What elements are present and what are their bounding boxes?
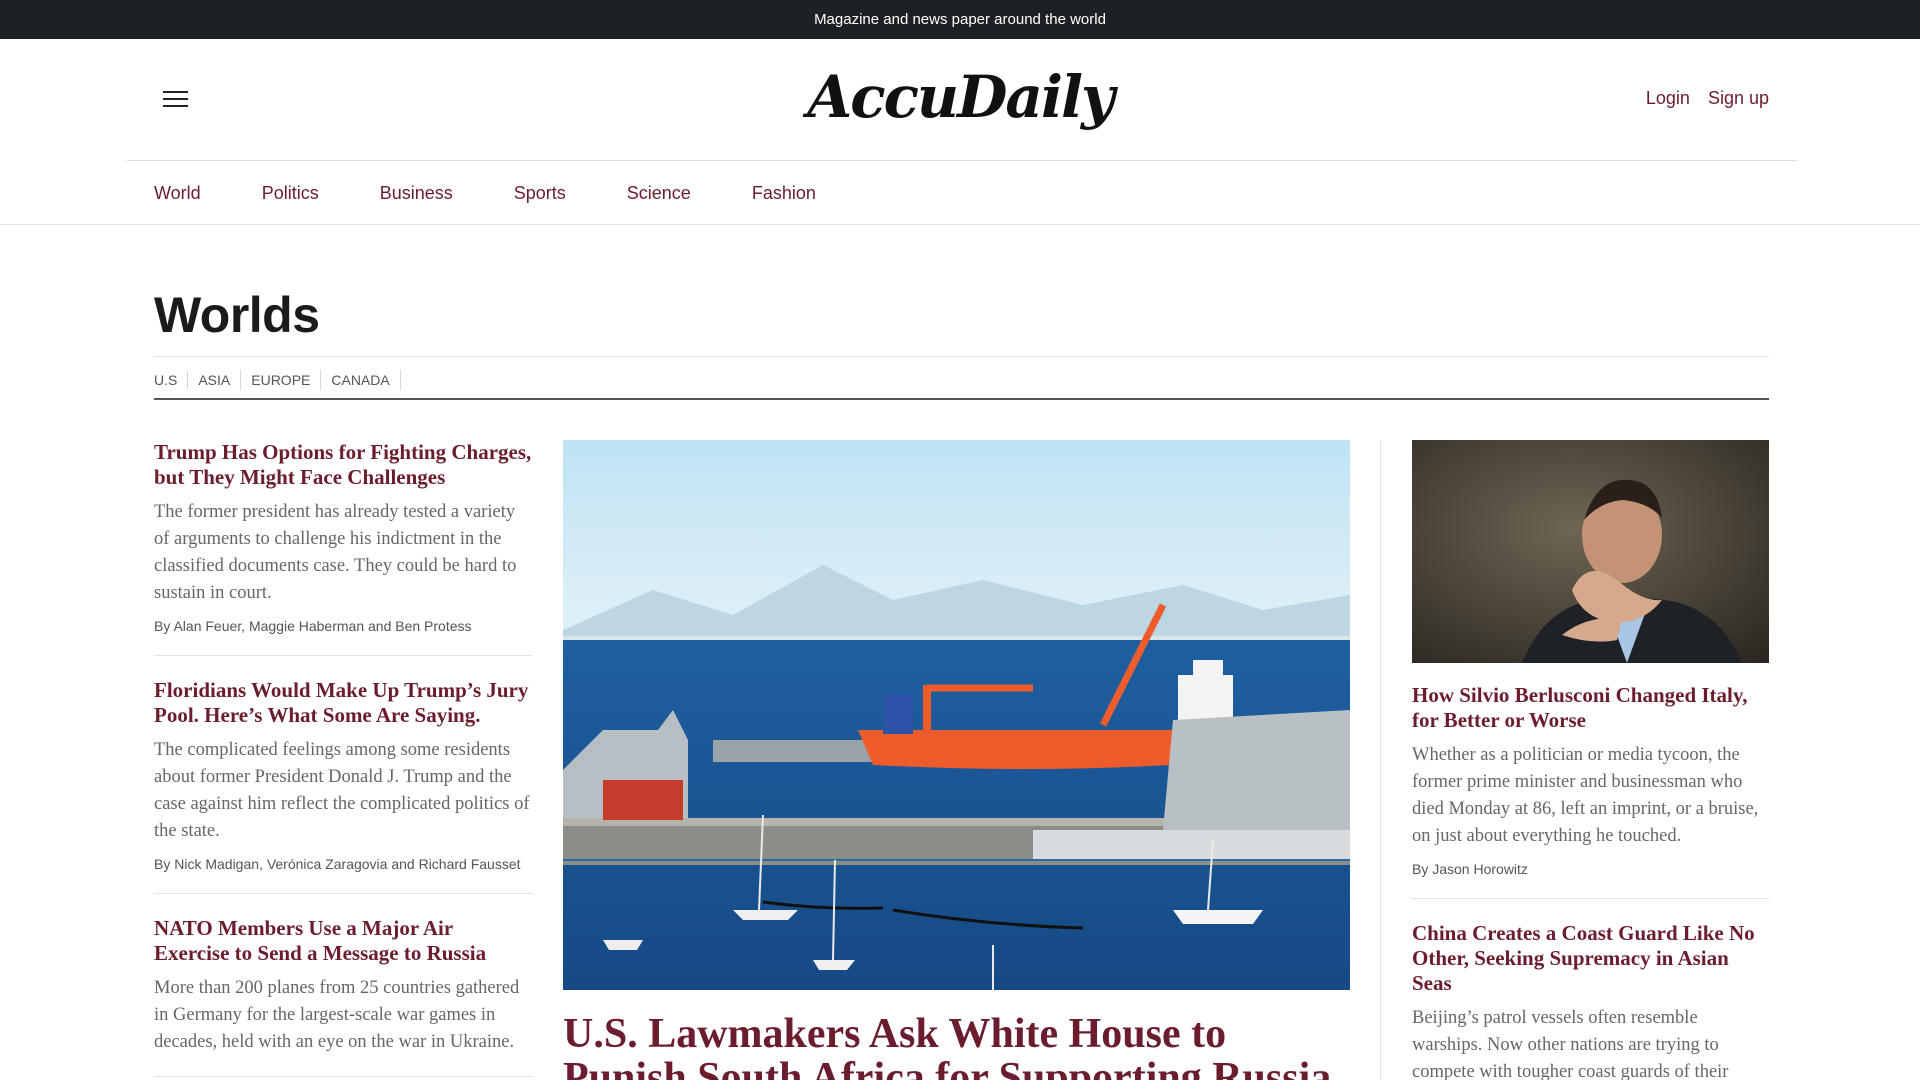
nav-politics[interactable]: Politics xyxy=(262,183,319,203)
article-card: How Silvio Berlusconi Changed Italy, for… xyxy=(1412,683,1769,899)
nav-fashion[interactable]: Fashion xyxy=(752,183,816,203)
site-header: AccuDaily Login Sign up xyxy=(0,39,1920,161)
nav-world[interactable]: World xyxy=(154,183,201,203)
article-card: NATO Members Use a Major Air Exercise to… xyxy=(154,916,532,1077)
article-headline[interactable]: NATO Members Use a Major Air Exercise to… xyxy=(154,916,532,966)
article-byline: By Jason Horowitz xyxy=(1412,861,1528,877)
login-link[interactable]: Login xyxy=(1646,88,1690,109)
portrait-illustration xyxy=(1412,440,1769,663)
article-headline[interactable]: How Silvio Berlusconi Changed Italy, for… xyxy=(1412,683,1769,733)
column-divider xyxy=(1380,440,1381,1080)
article-headline[interactable]: Floridians Would Make Up Trump’s Jury Po… xyxy=(154,678,532,728)
article-summary: The former president has already tested … xyxy=(154,502,517,603)
page-title: Worlds xyxy=(154,287,320,343)
article-card: Trump Has Options for Fighting Charges, … xyxy=(154,440,532,656)
title-divider xyxy=(154,356,1769,357)
article-card: China Creates a Coast Guard Like No Othe… xyxy=(1412,921,1769,1080)
subnav-asia[interactable]: ASIA xyxy=(188,370,242,390)
article-summary: The complicated feelings among some resi… xyxy=(154,740,530,841)
subnav-europe[interactable]: EUROPE xyxy=(241,370,322,390)
article-headline[interactable]: Trump Has Options for Fighting Charges, … xyxy=(154,440,532,490)
nav-science[interactable]: Science xyxy=(627,183,691,203)
main-article-headline[interactable]: U.S. Lawmakers Ask White House to Punish… xyxy=(563,1012,1350,1080)
article-thumbnail[interactable] xyxy=(1412,440,1769,663)
article-byline: By Alan Feuer, Maggie Haberman and Ben P… xyxy=(154,618,472,634)
article-card: Floridians Would Make Up Trump’s Jury Po… xyxy=(154,678,532,894)
article-byline: By Nick Madigan, Verónica Zaragovia and … xyxy=(154,856,521,872)
signup-link[interactable]: Sign up xyxy=(1708,88,1769,109)
left-column: Trump Has Options for Fighting Charges, … xyxy=(154,440,532,1080)
tagline: Magazine and news paper around the world xyxy=(814,11,1106,28)
nav-business[interactable]: Business xyxy=(380,183,453,203)
article-summary: Whether as a politician or media tycoon,… xyxy=(1412,745,1759,846)
site-logo[interactable]: AccuDaily xyxy=(0,63,1920,131)
subnav-us[interactable]: U.S xyxy=(154,370,189,390)
main-nav: World Politics Business Sports Science F… xyxy=(0,161,1920,225)
article-summary: More than 200 planes from 25 countries g… xyxy=(154,978,520,1052)
article-headline[interactable]: China Creates a Coast Guard Like No Othe… xyxy=(1412,921,1769,996)
subnav-rule xyxy=(154,398,1769,400)
harbor-ship-illustration xyxy=(563,440,1350,990)
auth-links: Login Sign up xyxy=(1646,88,1769,109)
subnav-canada[interactable]: CANADA xyxy=(321,370,401,390)
hero-image[interactable] xyxy=(563,440,1350,990)
section-subnav: U.S ASIA EUROPE CANADA xyxy=(154,370,401,390)
right-column: How Silvio Berlusconi Changed Italy, for… xyxy=(1412,440,1769,1080)
nav-sports[interactable]: Sports xyxy=(514,183,566,203)
main-column: U.S. Lawmakers Ask White House to Punish… xyxy=(563,440,1350,1080)
article-summary: Beijing’s patrol vessels often resemble … xyxy=(1412,1008,1729,1080)
top-banner: Magazine and news paper around the world xyxy=(0,0,1920,39)
